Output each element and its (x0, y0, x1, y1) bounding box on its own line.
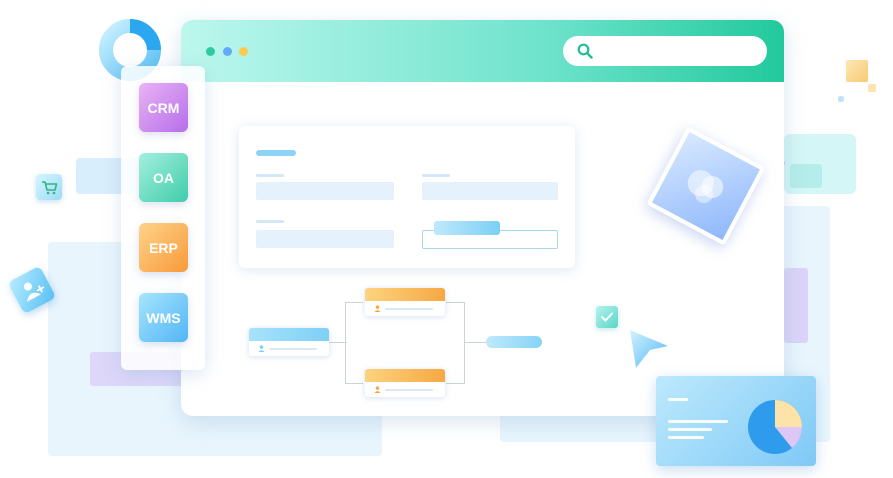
flow-connector (464, 302, 465, 384)
form-label-placeholder (256, 174, 284, 177)
decor-square (846, 60, 868, 82)
stats-card (656, 376, 816, 466)
check-icon (601, 312, 613, 322)
form-field-chip[interactable] (434, 221, 500, 235)
stats-title-placeholder (668, 398, 688, 401)
app-tile-crm[interactable]: CRM (139, 83, 188, 132)
form-title-placeholder (256, 150, 296, 156)
flow-connector (345, 302, 346, 384)
decor-square (838, 96, 844, 102)
decor-square (868, 84, 876, 92)
cart-icon (42, 181, 58, 195)
form-label-placeholder (256, 220, 284, 223)
flow-node-start[interactable] (249, 328, 329, 356)
form-field[interactable] (256, 182, 394, 200)
check-badge (596, 306, 618, 328)
flow-node-text-placeholder (269, 348, 317, 350)
app-tile-wms[interactable]: WMS (139, 293, 188, 342)
flow-node-header (365, 288, 445, 301)
window-dot-teal[interactable] (206, 47, 215, 56)
stats-line-placeholder (668, 420, 728, 423)
app-sidebar: CRM OA ERP WMS (121, 66, 205, 370)
user-icon (374, 386, 381, 393)
form-card (239, 126, 575, 268)
user-icon (374, 305, 381, 312)
cursor-arrow-icon (630, 330, 668, 368)
window-dot-blue[interactable] (223, 47, 232, 56)
form-label-placeholder (422, 174, 450, 177)
pie-chart-icon (748, 400, 802, 454)
search-bar[interactable] (563, 36, 767, 66)
cart-badge (36, 174, 62, 200)
flow-node-text-placeholder (385, 389, 433, 391)
stats-line-placeholder (668, 428, 712, 431)
app-tile-erp[interactable]: ERP (139, 223, 188, 272)
user-icon (258, 345, 265, 352)
app-tile-oa[interactable]: OA (139, 153, 188, 202)
search-icon[interactable] (577, 43, 593, 59)
window-titlebar (181, 20, 784, 82)
search-input[interactable] (601, 38, 755, 64)
flow-connector (345, 383, 363, 384)
flow-node-header (365, 369, 445, 382)
stats-line-placeholder (668, 436, 704, 439)
flow-node-branch-top[interactable] (365, 288, 445, 316)
flow-node-text-placeholder (385, 308, 433, 310)
flow-connector (446, 302, 464, 303)
flow-connector (464, 342, 486, 343)
form-field[interactable] (256, 230, 394, 248)
background-chip-top-right-accent (790, 164, 822, 188)
flow-node-branch-bottom[interactable] (365, 369, 445, 397)
flow-connector (345, 302, 363, 303)
form-field[interactable] (422, 182, 558, 200)
window-dot-yellow[interactable] (239, 47, 248, 56)
flow-node-end[interactable] (486, 336, 542, 348)
flow-connector (446, 383, 464, 384)
background-panel-right-accent (784, 268, 808, 343)
flow-node-header (249, 328, 329, 341)
